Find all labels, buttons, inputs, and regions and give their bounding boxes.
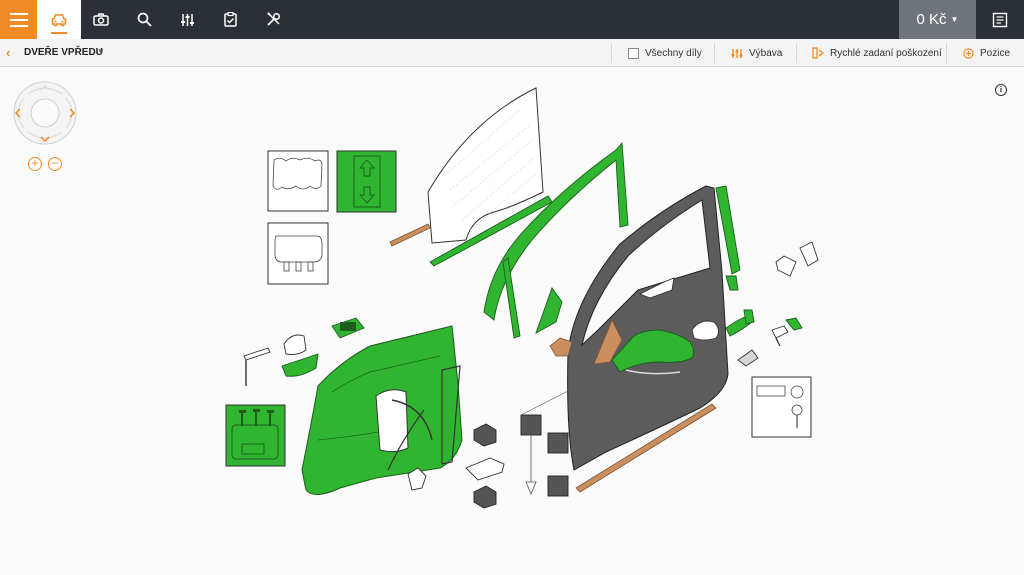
part-seal-sample-2[interactable] (547, 432, 569, 454)
car-view-button[interactable] (37, 0, 81, 39)
part-screw[interactable] (243, 347, 271, 386)
divider (611, 43, 612, 63)
divider (946, 43, 947, 63)
part-lock-module[interactable] (267, 222, 329, 285)
part-window-switch[interactable] (336, 150, 397, 213)
camera-button[interactable] (79, 0, 123, 39)
car-icon (51, 13, 67, 26)
section-bar: ‹ DVEŘE VPŘEDU ▼ Všechny díly Výbava Ryc… (0, 39, 1024, 67)
back-chevron-icon[interactable]: ‹ (6, 45, 10, 60)
all-parts-toggle[interactable]: Všechny díly (628, 39, 702, 67)
part-striker[interactable] (775, 241, 819, 277)
part-window-glass[interactable] (427, 87, 544, 244)
all-parts-checkbox[interactable] (628, 47, 639, 59)
part-mirror-triangle[interactable] (535, 287, 563, 334)
part-seal-sample-3[interactable] (547, 475, 569, 497)
tools-icon (266, 12, 280, 26)
search-icon (137, 12, 152, 27)
part-seal-sample-1[interactable] (520, 414, 542, 436)
quick-damage-label: Rychlé zadaní poškození (830, 47, 942, 59)
part-speaker-grille[interactable] (283, 334, 307, 355)
door-parts-diagram (225, 87, 819, 509)
camera-icon (93, 13, 109, 26)
price-value: 0 Kč (916, 11, 947, 28)
part-hinge-bracket[interactable] (465, 457, 505, 481)
position-label: Pozice (980, 47, 1011, 59)
part-outer-handle[interactable] (725, 309, 755, 337)
price-dropdown[interactable]: 0 Kč ▼ (899, 0, 976, 39)
part-insulation-mat[interactable] (267, 150, 329, 212)
all-parts-label: Všechny díly (645, 47, 702, 59)
part-glass-strip[interactable] (389, 223, 431, 247)
part-check-strap[interactable] (737, 349, 759, 367)
part-lock-rod[interactable] (785, 317, 803, 331)
quick-damage-button[interactable]: Rychlé zadaní poškození (812, 39, 942, 67)
part-clip-set[interactable] (225, 404, 286, 467)
search-button[interactable] (122, 0, 166, 39)
divider (796, 43, 797, 63)
equipment-button[interactable]: Výbava (731, 39, 782, 67)
receipt-button[interactable] (976, 0, 1024, 39)
section-title[interactable]: DVEŘE VPŘEDU (24, 47, 103, 58)
part-key-set[interactable] (751, 376, 812, 438)
chevron-down-icon: ▼ (950, 15, 959, 24)
part-hinge-upper[interactable] (473, 423, 497, 447)
part-armrest-trim[interactable] (281, 353, 319, 377)
position-button[interactable]: Pozice (963, 39, 1010, 67)
tools-button[interactable] (251, 0, 295, 39)
filters-button[interactable] (165, 0, 209, 39)
sliders-icon (180, 13, 194, 26)
plus-circle-icon (963, 47, 974, 59)
equipment-label: Výbava (749, 47, 783, 59)
leader-line (520, 389, 571, 416)
part-lock-cylinder[interactable] (771, 325, 789, 347)
chevron-down-icon[interactable]: ▼ (97, 47, 105, 56)
menu-button[interactable] (0, 0, 37, 39)
checklist-button[interactable] (208, 0, 252, 39)
part-inner-handle[interactable] (331, 317, 365, 339)
receipt-icon (992, 12, 1008, 27)
part-hinge-lower[interactable] (473, 485, 497, 509)
damage-icon (812, 47, 824, 59)
menu-icon (9, 12, 28, 27)
divider (714, 43, 715, 63)
clipboard-check-icon (223, 12, 237, 27)
equipment-sliders-icon (731, 48, 743, 58)
arrow-down-icon (525, 481, 537, 496)
top-toolbar: 0 Kč ▼ (0, 0, 1024, 39)
